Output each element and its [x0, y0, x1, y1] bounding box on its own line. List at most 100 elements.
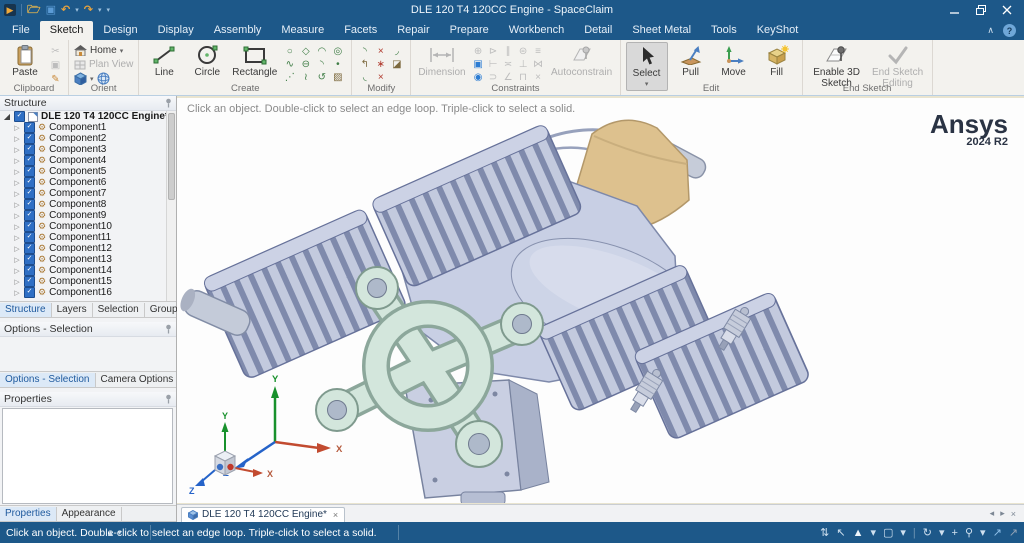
select-cursor-icon[interactable]: ▲ [853, 527, 864, 539]
end-sketch-editing-button[interactable]: End Sketch Editing [869, 42, 927, 89]
ribbon-tab-prepare[interactable]: Prepare [440, 21, 499, 40]
visibility-checkbox[interactable]: ✓ [24, 177, 35, 188]
sketch-spline-tool-icon[interactable]: ∿ [282, 58, 297, 71]
tree-item-component12[interactable]: ▷✓⚙Component12 [0, 243, 176, 254]
tree-item-component8[interactable]: ▷✓⚙Component8 [0, 199, 176, 210]
spaceclaim-app-icon[interactable]: ▶ [4, 4, 16, 16]
zoom-out-icon[interactable]: ↗ [1009, 527, 1018, 539]
constraint-symmetry-icon[interactable]: ⋈ [531, 58, 546, 71]
box-select-dropdown-icon[interactable]: ▾ [900, 527, 906, 539]
sketch-ellipse-tool-icon[interactable]: ⊖ [298, 58, 313, 71]
pin-icon[interactable] [165, 324, 172, 334]
visibility-checkbox[interactable]: ✓ [24, 265, 35, 276]
box-select-icon[interactable]: ▢ [883, 527, 893, 539]
collapse-icon[interactable]: ◢ [3, 112, 11, 121]
customize-toolbar-icon[interactable]: ▾ [107, 6, 111, 14]
spin-view-icon[interactable]: ↻ [923, 527, 932, 539]
previous-document-icon[interactable]: ◂ [990, 508, 995, 519]
redo-icon[interactable]: ↷ [84, 4, 93, 16]
tree-item-root[interactable]: ◢ ✓ DLE 120 T4 120CC Engine* [0, 111, 176, 122]
visibility-checkbox[interactable]: ✓ [24, 133, 35, 144]
ribbon-tab-measure[interactable]: Measure [271, 21, 334, 40]
select-cursor-dropdown-icon[interactable]: ▾ [870, 527, 876, 539]
expand-icon[interactable]: ▷ [13, 289, 21, 297]
tree-item-component1[interactable]: ▷✓⚙Component1 [0, 122, 176, 133]
tab-appearance[interactable]: Appearance [57, 507, 122, 521]
spin-view-dropdown-icon[interactable]: ▾ [939, 527, 945, 539]
visibility-checkbox[interactable]: ✓ [24, 166, 35, 177]
help-icon[interactable]: ? [1003, 24, 1016, 37]
expand-icon[interactable]: ▷ [13, 234, 21, 242]
autoconstrain-button[interactable]: Autoconstrain [549, 42, 615, 78]
visibility-checkbox[interactable]: ✓ [24, 188, 35, 199]
expand-icon[interactable]: ▷ [13, 212, 21, 220]
expand-icon[interactable]: ▷ [13, 179, 21, 187]
cut-icon[interactable]: ✂ [48, 45, 63, 58]
model-viewport[interactable]: Click an object. Double-click to select … [177, 96, 1024, 522]
constraint-snap-icon[interactable]: ⊕ [471, 45, 486, 58]
tree-item-component14[interactable]: ▷✓⚙Component14 [0, 265, 176, 276]
tree-item-component10[interactable]: ▷✓⚙Component10 [0, 221, 176, 232]
constraint-midpoint-icon[interactable]: ⊢ [486, 58, 501, 71]
sketch-point-tool-icon[interactable]: • [330, 58, 345, 71]
offset-tool-icon[interactable]: ◪ [389, 58, 404, 71]
visibility-checkbox[interactable]: ✓ [24, 287, 35, 298]
visibility-checkbox[interactable]: ✓ [24, 199, 35, 210]
rectangle-button[interactable]: Rectangle [230, 42, 279, 78]
fill-button[interactable]: Fill [757, 42, 797, 78]
split-point-tool-icon[interactable]: ∗ [373, 58, 388, 71]
sketch-circle-tool-icon[interactable]: ○ [282, 45, 297, 58]
ribbon-tab-assembly[interactable]: Assembly [204, 21, 272, 40]
visibility-checkbox[interactable]: ✓ [24, 144, 35, 155]
tree-item-component7[interactable]: ▷✓⚙Component7 [0, 188, 176, 199]
ribbon-tab-facets[interactable]: Facets [334, 21, 387, 40]
tree-item-component13[interactable]: ▷✓⚙Component13 [0, 254, 176, 265]
constraint-parallel-icon[interactable]: ∥ [501, 45, 516, 58]
ribbon-tab-keyshot[interactable]: KeyShot [747, 21, 809, 40]
restore-icon[interactable] [970, 3, 992, 17]
expand-icon[interactable]: ▷ [13, 157, 21, 165]
ribbon-tab-display[interactable]: Display [148, 21, 204, 40]
circle-button[interactable]: Circle [187, 42, 227, 78]
tab-camera-options[interactable]: Camera Options [96, 373, 180, 387]
next-document-icon[interactable]: ▸ [1000, 508, 1005, 519]
expand-icon[interactable]: ▷ [13, 168, 21, 176]
pull-button[interactable]: Pull [671, 42, 711, 78]
tree-item-component16[interactable]: ▷✓⚙Component16 [0, 287, 176, 298]
expand-icon[interactable]: ▷ [13, 267, 21, 275]
line-button[interactable]: Line [144, 42, 184, 78]
tree-scrollbar[interactable] [166, 111, 176, 301]
ribbon-tab-sheet-metal[interactable]: Sheet Metal [622, 21, 701, 40]
zoom-view-dropdown-icon[interactable]: ▾ [980, 527, 986, 539]
sketch-tangent-arc-tool-icon[interactable]: ◝ [314, 58, 329, 71]
close-tab-strip-icon[interactable]: × [1011, 509, 1016, 519]
notification-toggle[interactable]: ▲▾ [106, 528, 121, 538]
sketch-concentric-circle-tool-icon[interactable]: ◎ [330, 45, 345, 58]
close-icon[interactable] [996, 3, 1018, 17]
plan-view-button[interactable]: Plan View [74, 58, 133, 71]
constraint-coincident-icon[interactable]: ⊳ [486, 45, 501, 58]
fillet-tool-icon[interactable]: ◞ [389, 45, 404, 58]
expand-icon[interactable]: ▷ [13, 278, 21, 286]
collapse-ribbon-icon[interactable]: ∧ [987, 25, 994, 36]
copy-icon[interactable]: ▣ [48, 59, 63, 72]
paste-button[interactable]: Paste [5, 42, 45, 78]
visibility-checkbox[interactable]: ✓ [24, 254, 35, 265]
expand-icon[interactable]: ▷ [13, 135, 21, 143]
enable-3d-sketch-button[interactable]: Enable 3D Sketch [808, 42, 866, 89]
ribbon-tab-detail[interactable]: Detail [574, 21, 622, 40]
tree-item-component5[interactable]: ▷✓⚙Component5 [0, 166, 176, 177]
tab-structure[interactable]: Structure [0, 303, 52, 317]
constraint-perpendicular-icon[interactable]: ⊥ [516, 58, 531, 71]
constraint-concentric-icon[interactable]: ⊜ [516, 45, 531, 58]
expand-icon[interactable]: ▷ [13, 146, 21, 154]
expand-icon[interactable]: ▷ [13, 124, 21, 132]
close-document-icon[interactable]: × [333, 510, 338, 520]
constraint-align-icon[interactable]: ≍ [501, 58, 516, 71]
visibility-checkbox[interactable]: ✓ [24, 155, 35, 166]
tree-scrollbar-thumb[interactable] [168, 113, 175, 200]
pan-view-icon[interactable]: + [952, 527, 958, 539]
tree-item-component2[interactable]: ▷✓⚙Component2 [0, 133, 176, 144]
pin-icon[interactable] [165, 394, 172, 404]
visibility-checkbox[interactable]: ✓ [24, 210, 35, 221]
